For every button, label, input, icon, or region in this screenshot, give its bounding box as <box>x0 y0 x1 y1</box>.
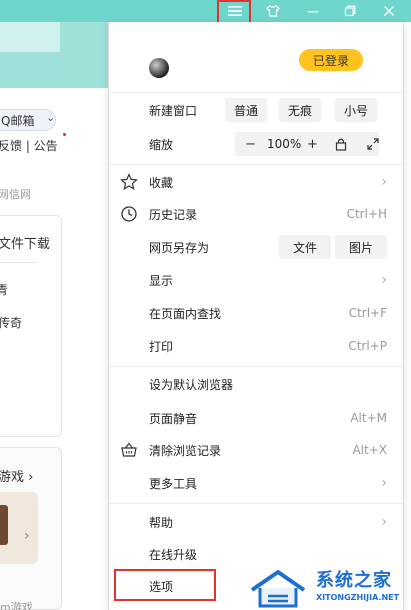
menu-item-display[interactable]: 显示 › <box>109 264 403 296</box>
save-as-image-button[interactable]: 图片 <box>335 235 387 259</box>
watermark-title: 系统之家 <box>316 570 392 591</box>
chevron-right-icon: › <box>28 470 34 485</box>
skin-icon[interactable] <box>256 0 290 22</box>
menu-item-history[interactable]: 历史记录 Ctrl+H <box>109 198 403 230</box>
notification-dot <box>63 133 66 136</box>
lock-icon[interactable] <box>335 137 347 151</box>
menu-item-print[interactable]: 打印 Ctrl+P <box>109 330 403 362</box>
divider <box>109 164 403 165</box>
save-as-file-button[interactable]: 文件 <box>279 235 331 259</box>
left-card-divider <box>0 262 38 263</box>
divider <box>109 92 403 93</box>
menu-item-save-page-as: 网页另存为 文件 图片 <box>109 231 403 263</box>
clock-icon <box>121 206 137 222</box>
mute-page-label: 页面静音 <box>149 411 198 426</box>
menu-item-clear-history[interactable]: 清除浏览记录 Alt+X <box>109 434 403 466</box>
menu-item-find-in-page[interactable]: 在页面内查找 Ctrl+F <box>109 297 403 329</box>
browser-titlebar <box>0 0 411 22</box>
new-window-alt-account-button[interactable]: 小号 <box>335 98 377 122</box>
restore-icon[interactable] <box>333 0 367 22</box>
new-window-label: 新建窗口 <box>149 103 198 118</box>
menu-item-more-tools[interactable]: 更多工具 › <box>109 467 403 499</box>
clear-history-shortcut: Alt+X <box>352 443 387 457</box>
left-item-2[interactable]: 传奇 <box>0 314 22 331</box>
minimize-icon[interactable] <box>296 0 330 22</box>
new-window-normal-button[interactable]: 普通 <box>225 98 267 122</box>
download-title[interactable]: 文件下载 <box>0 233 50 252</box>
chevron-right-icon: › <box>381 514 387 530</box>
logged-in-badge[interactable]: 已登录 <box>299 49 363 71</box>
new-window-incognito-button[interactable]: 无痕 <box>279 98 321 122</box>
watermark: 系统之家 XITONGZHIJIA.NET <box>250 566 410 610</box>
house-logo-icon <box>250 569 306 608</box>
browser-main-menu: 已登录 新建窗口 普通 无痕 小号 缩放 − 100% + 收藏 › 历史记录 … <box>108 22 404 610</box>
print-label: 打印 <box>149 339 174 354</box>
chevron-down-icon: ⌄ <box>46 111 56 124</box>
mute-shortcut: Alt+M <box>350 411 387 425</box>
menu-item-favorites[interactable]: 收藏 › <box>109 166 403 198</box>
fullscreen-icon[interactable] <box>367 138 379 150</box>
save-page-as-label: 网页另存为 <box>149 240 210 255</box>
mail-label: Q邮箱 <box>1 113 35 128</box>
zoom-label: 缩放 <box>149 137 174 152</box>
chevron-right-icon[interactable]: › <box>24 528 30 544</box>
find-shortcut: Ctrl+F <box>348 306 387 320</box>
feedback-links[interactable]: 反馈 | 公告 <box>0 137 58 154</box>
close-icon[interactable] <box>372 0 406 22</box>
zoom-row: 缩放 − 100% + <box>109 128 403 160</box>
divider <box>109 366 403 367</box>
menu-header: 已登录 <box>109 22 403 92</box>
games-label: 游戏 <box>0 470 25 485</box>
bottom-games-link[interactable]: m游戏 <box>0 599 33 610</box>
avatar[interactable] <box>149 58 169 78</box>
menu-item-set-default[interactable]: 设为默认浏览器 <box>109 368 403 400</box>
zoom-value: 100% <box>267 137 302 151</box>
options-highlight <box>114 569 216 601</box>
watermark-url: XITONGZHIJIA.NET <box>316 593 400 602</box>
zoom-in-button[interactable]: + <box>307 137 318 152</box>
display-label: 显示 <box>149 273 174 288</box>
left-item-1[interactable]: 青 <box>0 281 8 298</box>
history-shortcut: Ctrl+H <box>346 207 387 221</box>
menu-item-mute-page[interactable]: 页面静音 Alt+M <box>109 402 403 434</box>
set-default-label: 设为默认浏览器 <box>149 377 234 392</box>
games-title[interactable]: 游戏 › <box>0 466 33 485</box>
chevron-right-icon: › <box>381 174 387 190</box>
chevron-right-icon: › <box>381 272 387 288</box>
print-shortcut: Ctrl+P <box>348 339 387 353</box>
banner-fade <box>0 22 60 52</box>
game-character-image <box>0 505 8 545</box>
help-label: 帮助 <box>149 515 174 530</box>
xinwang-link[interactable]: 网信网 <box>0 186 31 202</box>
zoom-out-button[interactable]: − <box>245 137 256 152</box>
more-tools-label: 更多工具 <box>149 476 198 491</box>
star-icon <box>120 173 138 191</box>
online-upgrade-label: 在线升级 <box>149 547 198 562</box>
divider <box>109 503 403 504</box>
basket-icon <box>121 442 137 457</box>
menu-item-help[interactable]: 帮助 › <box>109 506 403 538</box>
chevron-right-icon: › <box>381 475 387 491</box>
find-in-page-label: 在页面内查找 <box>149 306 222 321</box>
favorites-label: 收藏 <box>149 175 174 190</box>
history-label: 历史记录 <box>149 207 198 222</box>
new-window-row: 新建窗口 普通 无痕 小号 <box>109 94 403 126</box>
clear-history-label: 清除浏览记录 <box>149 443 222 458</box>
